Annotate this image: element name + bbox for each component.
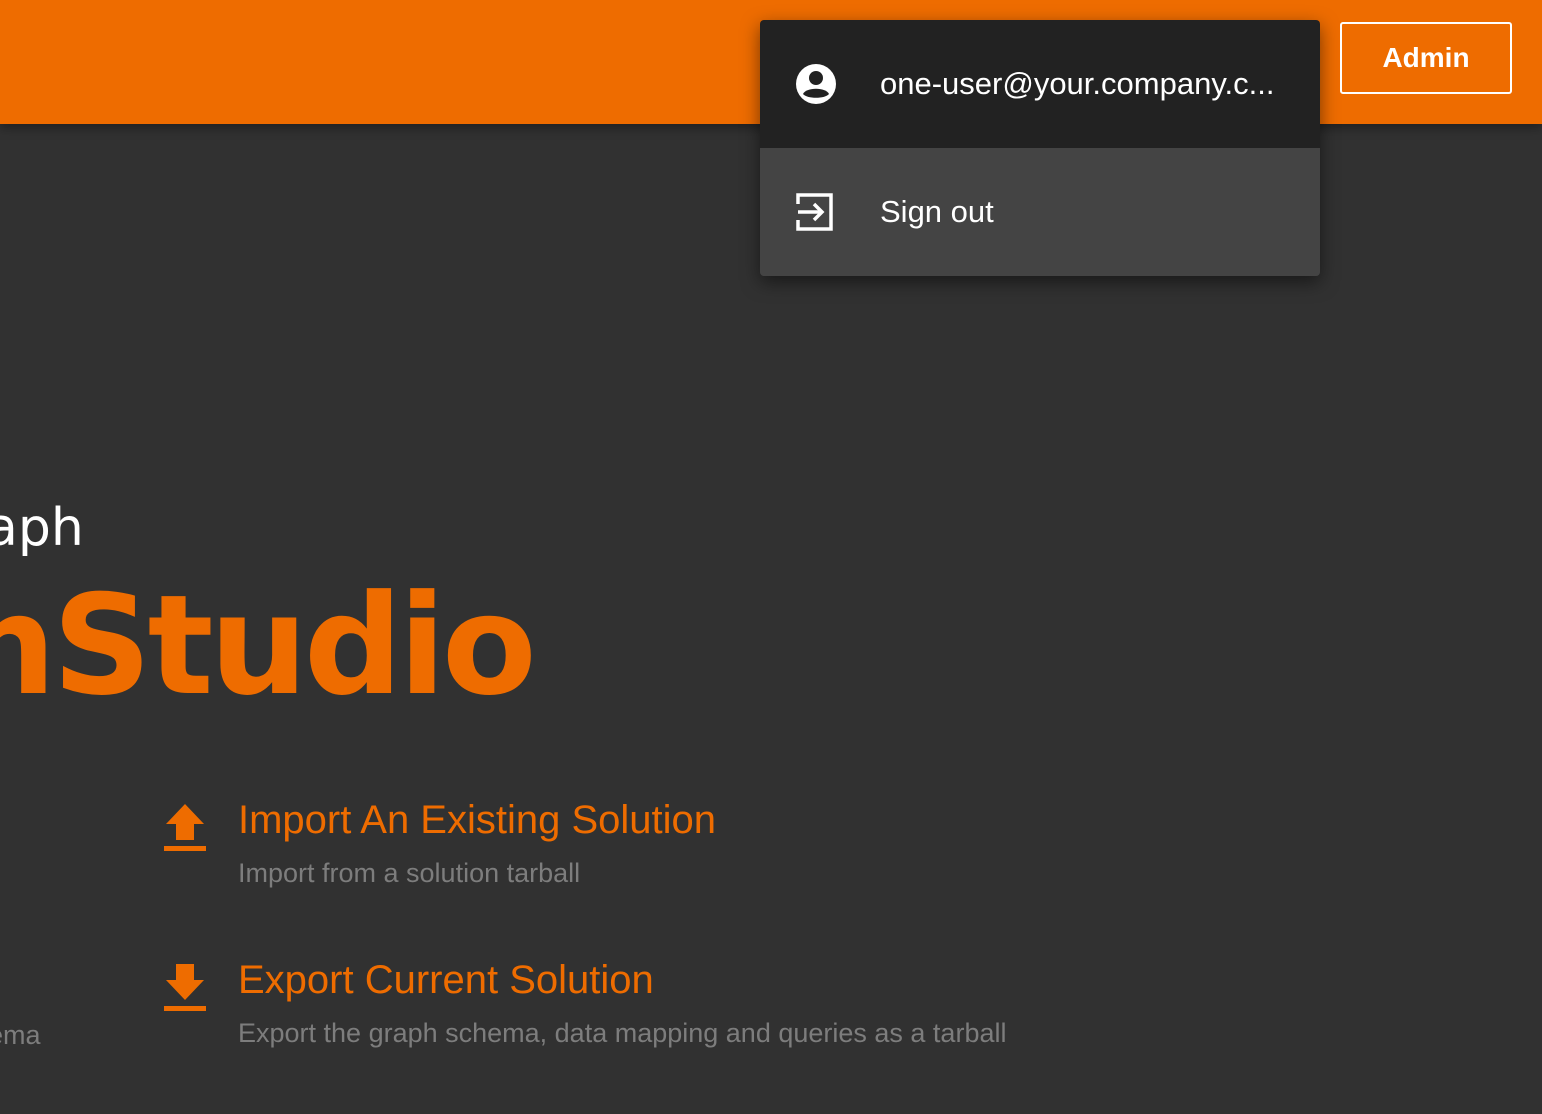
logo-wordmark-top: aph (0, 498, 84, 558)
import-solution-title[interactable]: Import An Existing Solution (238, 798, 716, 843)
admin-button[interactable]: Admin (1340, 22, 1512, 94)
import-solution-description: Import from a solution tarball (238, 858, 581, 888)
logo-wordmark-main: hStudio (0, 565, 537, 726)
truncated-left-text: ema (0, 1020, 41, 1050)
user-dropdown-menu: one-user@your.company.c... Sign out (760, 20, 1320, 276)
export-solution-title[interactable]: Export Current Solution (238, 958, 654, 1003)
account-circle-icon (794, 62, 838, 106)
export-solution-description: Export the graph schema, data mapping an… (238, 1018, 1007, 1048)
download-icon (160, 960, 210, 1014)
sign-out-label: Sign out (880, 194, 994, 229)
sign-out-menu-item[interactable]: Sign out (760, 148, 1320, 276)
user-email-label: one-user@your.company.c... (880, 66, 1275, 101)
upload-icon (160, 800, 210, 854)
sign-out-icon (794, 190, 838, 234)
menu-item-user-email: one-user@your.company.c... (760, 20, 1320, 148)
